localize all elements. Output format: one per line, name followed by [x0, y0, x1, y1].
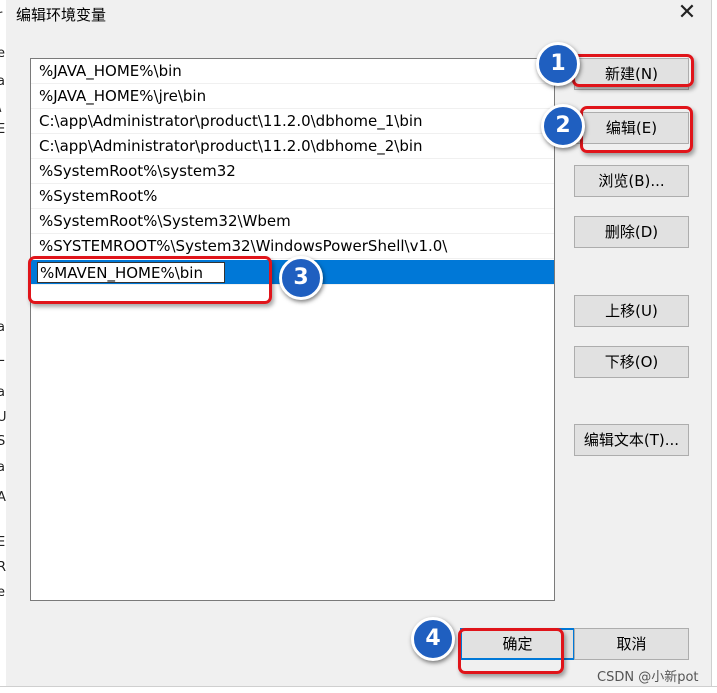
move-down-button[interactable]: 下移(O) — [574, 346, 689, 378]
edit-env-var-dialog: 编辑环境变量 ✕ %JAVA_HOME%\bin %JAVA_HOME%\jre… — [6, 0, 711, 686]
highlight-new — [572, 54, 694, 87]
list-item[interactable]: %JAVA_HOME%\jre\bin — [31, 84, 554, 109]
background-text-fragment: \ — [0, 100, 1, 115]
highlight-edit — [580, 106, 693, 153]
list-item[interactable]: %SystemRoot% — [31, 184, 554, 209]
background-text-fragment: L — [0, 350, 4, 365]
step-badge-2: 2 — [541, 104, 585, 148]
cancel-button[interactable]: 取消 — [574, 628, 689, 660]
list-item[interactable]: %JAVA_HOME%\bin — [31, 59, 554, 84]
background-text-fragment: a — [0, 74, 5, 89]
close-icon[interactable]: ✕ — [675, 1, 699, 25]
background-text-fragment: S — [0, 434, 5, 449]
move-up-button[interactable]: 上移(U) — [574, 295, 689, 327]
list-item[interactable]: C:\app\Administrator\product\11.2.0\dbho… — [31, 109, 554, 134]
background-text-fragment: E — [0, 122, 5, 137]
path-list[interactable]: %JAVA_HOME%\bin %JAVA_HOME%\jre\bin C:\a… — [30, 58, 555, 601]
browse-button[interactable]: 浏览(B)... — [574, 165, 689, 197]
watermark: CSDN @小新pot — [597, 670, 699, 685]
background-text-fragment: a — [0, 385, 5, 400]
background-window-edge-right — [711, 0, 717, 692]
edit-text-button[interactable]: 编辑文本(T)... — [574, 424, 689, 456]
background-text-fragment: a — [0, 320, 5, 335]
list-item[interactable]: %SystemRoot%\system32 — [31, 159, 554, 184]
background-text-fragment: e — [0, 46, 5, 61]
background-text-fragment: e — [0, 585, 5, 600]
highlight-ok — [458, 628, 564, 674]
step-badge-3: 3 — [279, 256, 323, 300]
dialog-title: 编辑环境变量 — [16, 6, 107, 24]
step-badge-1: 1 — [536, 42, 580, 86]
delete-button[interactable]: 删除(D) — [574, 216, 689, 248]
background-text-fragment: a — [0, 460, 5, 475]
list-item[interactable]: C:\app\Administrator\product\11.2.0\dbho… — [31, 134, 554, 159]
background-text-fragment: E — [0, 535, 5, 550]
list-item[interactable]: %SystemRoot%\System32\Wbem — [31, 209, 554, 234]
step-badge-4: 4 — [411, 617, 455, 661]
highlight-edited-entry — [28, 256, 272, 304]
background-text-fragment: r — [0, 8, 2, 23]
